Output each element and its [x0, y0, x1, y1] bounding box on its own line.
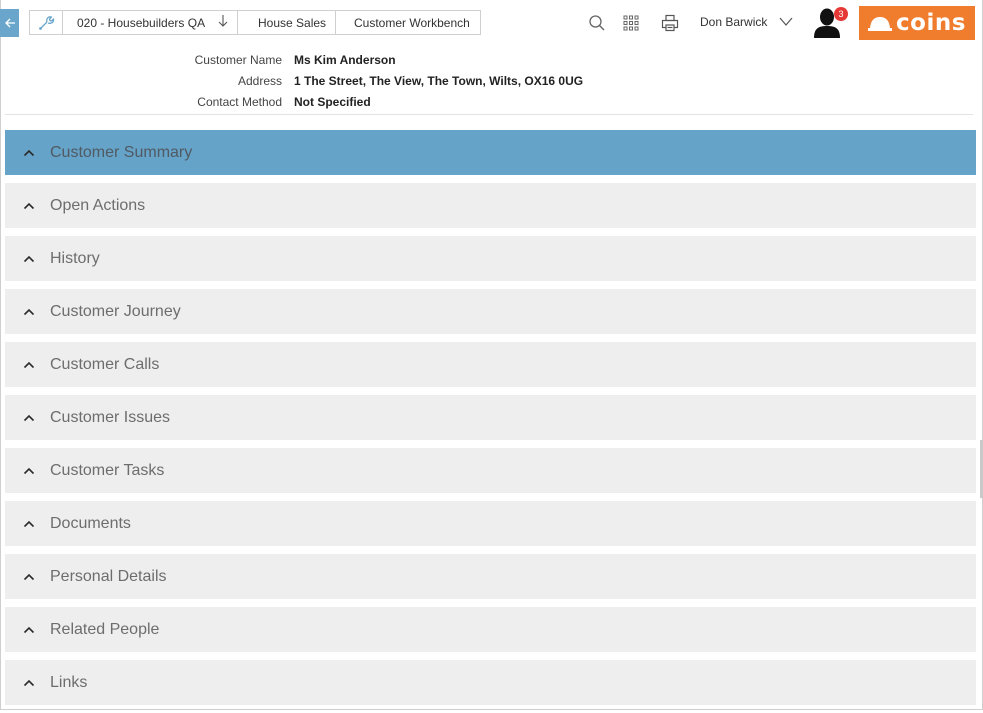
section-links[interactable]: Links [5, 660, 976, 705]
section-title: Customer Issues [50, 408, 171, 426]
user-name[interactable]: Don Barwick [700, 15, 767, 29]
customer-name-label: Customer Name [194, 53, 282, 67]
section-personal-details[interactable]: Personal Details [5, 554, 976, 599]
customer-name-value: Ms Kim Anderson [294, 53, 396, 67]
section-history[interactable]: History [5, 236, 976, 281]
tools-button[interactable] [29, 10, 63, 35]
apps-button[interactable] [620, 12, 642, 34]
wrench-icon [39, 15, 55, 30]
chevron-down-icon [779, 17, 793, 26]
breadcrumb-house-sales-label: House Sales [258, 15, 327, 30]
address-value: 1 The Street, The View, The Town, Wilts,… [294, 74, 584, 88]
section-list: Customer Summary Open Actions History Cu… [5, 130, 976, 713]
search-button[interactable] [586, 12, 608, 34]
user-menu-toggle[interactable] [779, 12, 793, 37]
logo-text: coins [896, 10, 966, 36]
print-icon [661, 14, 679, 32]
section-customer-summary[interactable]: Customer Summary [5, 130, 976, 175]
section-customer-calls[interactable]: Customer Calls [5, 342, 976, 387]
section-open-actions[interactable]: Open Actions [5, 183, 976, 228]
section-title: Customer Calls [50, 355, 160, 373]
section-title: Links [50, 673, 88, 691]
section-related-people[interactable]: Related People [5, 607, 976, 652]
notification-badge: 3 [834, 7, 848, 21]
section-title: History [50, 249, 100, 267]
section-customer-tasks[interactable]: Customer Tasks [5, 448, 976, 493]
apps-grid-icon [623, 15, 639, 31]
section-title: Open Actions [50, 196, 146, 214]
breadcrumb-house-sales[interactable]: House Sales [237, 10, 336, 35]
divider [5, 114, 973, 115]
breadcrumb-company[interactable]: 020 - Housebuilders QA [62, 10, 238, 35]
address-label: Address [237, 74, 282, 88]
contact-method-label: Contact Method [197, 95, 282, 109]
section-customer-issues[interactable]: Customer Issues [5, 395, 976, 440]
back-button[interactable] [0, 9, 19, 37]
chevron-up-icon [22, 358, 36, 372]
chevron-up-icon [22, 252, 36, 266]
breadcrumb-customer-workbench-label: Customer Workbench [354, 15, 470, 30]
chevron-up-icon [22, 623, 36, 637]
arrow-down-icon [217, 14, 229, 31]
section-title: Customer Tasks [50, 461, 165, 479]
section-title: Customer Journey [50, 302, 181, 320]
breadcrumb-company-label: 020 - Housebuilders QA [77, 15, 206, 30]
contact-method-value: Not Specified [294, 95, 371, 109]
chevron-up-icon [22, 305, 36, 319]
section-customer-journey[interactable]: Customer Journey [5, 289, 976, 334]
section-documents[interactable]: Documents [5, 501, 976, 546]
chevron-up-icon [22, 146, 36, 160]
chevron-up-icon [22, 411, 36, 425]
chevron-up-icon [22, 570, 36, 584]
print-button[interactable] [659, 12, 681, 34]
back-arrow-icon [4, 18, 15, 28]
hardhat-icon [868, 17, 893, 31]
chevron-up-icon [22, 464, 36, 478]
section-title: Customer Summary [50, 143, 193, 161]
search-icon [589, 15, 605, 31]
chevron-up-icon [22, 199, 36, 213]
section-title: Personal Details [50, 567, 167, 585]
section-title: Related People [50, 620, 160, 638]
coins-logo: coins [859, 6, 975, 40]
chevron-up-icon [22, 517, 36, 531]
chevron-up-icon [22, 676, 36, 690]
section-title: Documents [50, 514, 131, 532]
breadcrumb-customer-workbench[interactable]: Customer Workbench [335, 10, 481, 35]
